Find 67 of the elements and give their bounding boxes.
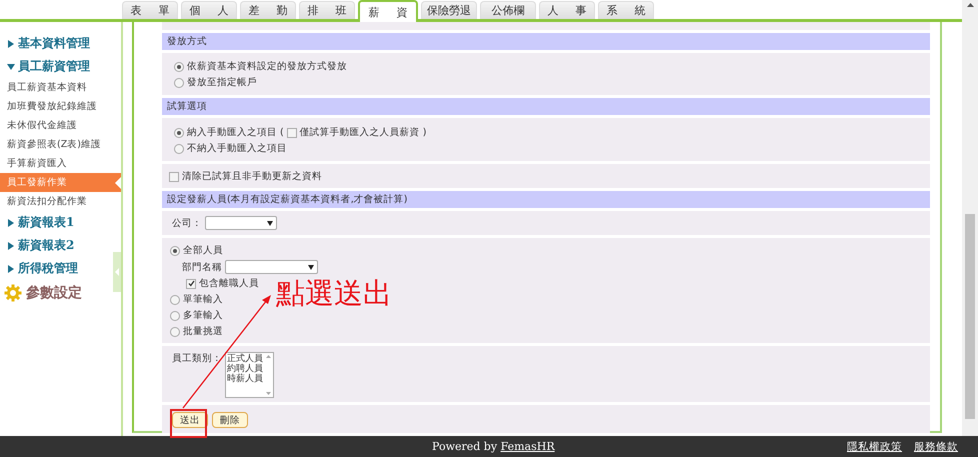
option-label: 單筆輸入: [183, 293, 223, 306]
menu-group[interactable]: 薪資報表1: [18, 214, 74, 231]
radio-button[interactable]: [170, 310, 180, 320]
option-label: 發放至指定帳戶: [187, 76, 257, 89]
nav-tab[interactable]: 公佈欄: [480, 1, 536, 19]
menu-item[interactable]: 薪資參照表(Z表)維護: [0, 135, 121, 154]
menu-item[interactable]: 薪資法扣分配作業: [0, 192, 121, 211]
brand-link[interactable]: FemasHR: [500, 440, 555, 453]
field-label: 部門名稱: [182, 260, 222, 274]
collapse-handle[interactable]: [113, 252, 121, 292]
menu-group[interactable]: 參數設定: [26, 284, 82, 302]
annotation-text: 點選送出: [276, 275, 392, 312]
option-label: 依薪資基本資料設定的發放方式發放: [187, 60, 347, 73]
menu-group[interactable]: 員工薪資管理: [18, 58, 90, 75]
radio-button[interactable]: [174, 78, 184, 88]
option-label: 僅試算手動匯入之人員薪資: [300, 126, 420, 139]
section-header: 發放方式: [162, 33, 930, 50]
nav-tab[interactable]: 系 統: [598, 1, 654, 19]
company-select[interactable]: [205, 216, 277, 230]
scrollbar[interactable]: [962, 0, 978, 436]
delete-button[interactable]: 刪除: [212, 412, 248, 428]
checkbox[interactable]: [169, 172, 179, 182]
field-label: 員工類別：: [172, 352, 222, 365]
checkbox[interactable]: [186, 278, 196, 288]
category-listbox[interactable]: 正式人員 約聘人員 時薪人員: [225, 352, 274, 398]
nav-tab[interactable]: 人 事: [539, 1, 595, 19]
option-label: 包含離職人員: [199, 277, 259, 290]
option-label: 全部人員: [183, 244, 223, 257]
option-label: 批量挑選: [183, 325, 223, 338]
nav-tab[interactable]: 差 勤: [240, 1, 296, 19]
option-label: 不納入手動匯入之項目: [187, 142, 287, 155]
nav-tab[interactable]: 個 人: [181, 1, 237, 19]
option-label: 納入手動匯入之項目 (: [187, 126, 284, 139]
menu-group[interactable]: 所得稅管理: [18, 260, 78, 277]
nav-tab[interactable]: 排 班: [299, 1, 355, 19]
radio-button[interactable]: [174, 144, 184, 154]
nav-tab[interactable]: 保險勞退: [421, 1, 477, 19]
menu-group[interactable]: 薪資報表2: [18, 237, 74, 254]
caret-down-icon: [308, 264, 314, 270]
menu-group[interactable]: 基本資料管理: [18, 35, 90, 52]
nav-tab[interactable]: 薪 資: [358, 0, 418, 22]
scroll-down-icon[interactable]: [266, 392, 271, 395]
department-select[interactable]: [225, 260, 318, 274]
caret-down-icon: [267, 220, 273, 226]
menu-item[interactable]: 未休假代金維護: [0, 116, 121, 135]
gear-icon: [4, 284, 22, 302]
section-header: 設定發薪人員(本月有設定薪資基本資料者,才會被計算): [162, 191, 930, 208]
footer-link[interactable]: 隱私權政策: [847, 440, 902, 454]
submit-button[interactable]: 送出: [172, 412, 208, 428]
menu-item[interactable]: 員工薪資基本資料: [0, 78, 121, 97]
radio-button[interactable]: [174, 62, 184, 72]
radio-button[interactable]: [170, 246, 180, 256]
section-header: 試算選項: [162, 98, 930, 115]
radio-button[interactable]: [174, 128, 184, 138]
radio-button[interactable]: [170, 294, 180, 304]
menu-item[interactable]: 加班費發放紀錄維護: [0, 97, 121, 116]
footer-credit: Powered by FemasHR: [432, 440, 555, 453]
option-label: 多筆輸入: [183, 309, 223, 322]
parenthesis: ): [422, 127, 426, 138]
footer-link[interactable]: 服務條款: [914, 440, 958, 454]
radio-button[interactable]: [170, 326, 180, 336]
scroll-up-icon[interactable]: [966, 3, 974, 7]
option-label: 清除已試算且非手動更新之資料: [182, 170, 322, 183]
menu-item[interactable]: 手算薪資匯入: [0, 154, 121, 173]
nav-tab[interactable]: 表 單: [122, 1, 178, 19]
field-label: 公司：: [172, 216, 202, 230]
checkbox[interactable]: [286, 128, 297, 138]
